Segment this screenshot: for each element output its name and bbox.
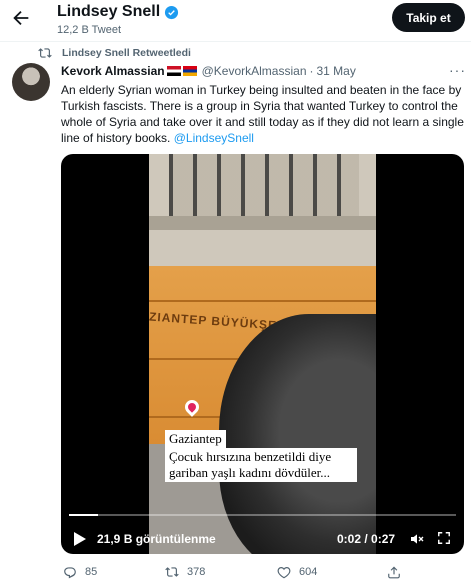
profile-name-text: Lindsey Snell [57, 3, 161, 20]
video-sill [149, 216, 376, 230]
video-player[interactable]: ZIANTEP BÜYÜKŞE Gaziantep Çocuk hırsızın… [61, 154, 464, 554]
author-handle[interactable]: @KevorkAlmassian [202, 64, 307, 78]
reply-count: 85 [85, 566, 98, 578]
share-action[interactable] [387, 565, 401, 579]
video-progress-bar[interactable] [69, 514, 456, 516]
armenia-flag-icon [182, 66, 197, 76]
video-controls: 21,9 B görüntülenme 0:02 / 0:27 [61, 522, 464, 554]
tweet-author-line: Kevork Almassian @KevorkAlmassian · 31 M… [61, 64, 356, 78]
video-progress-fill [69, 514, 98, 516]
like-action[interactable]: 604 [277, 565, 317, 579]
separator-dot: · [309, 64, 314, 78]
play-icon[interactable] [74, 532, 86, 546]
video-frame: ZIANTEP BÜYÜKŞE Gaziantep Çocuk hırsızın… [149, 154, 376, 554]
tweet-actions: 85 378 604 [61, 565, 466, 583]
retweet-count: 378 [187, 566, 206, 578]
bench-slat [149, 300, 376, 302]
caption-location: Gaziantep [165, 430, 226, 448]
video-window-bars [169, 154, 359, 216]
profile-name: Lindsey Snell [57, 3, 179, 21]
like-icon [277, 567, 291, 579]
retweet-action[interactable]: 378 [165, 565, 205, 579]
retweet-indicator: Lindsey Snell Retweetledi [38, 46, 191, 60]
profile-header: Lindsey Snell 12,2 B Tweet Takip et [0, 0, 471, 42]
tweet-date[interactable]: 31 May [317, 64, 356, 78]
retweet-icon [165, 567, 179, 577]
video-time: 0:02 / 0:27 [337, 532, 396, 546]
retweet-label[interactable]: Lindsey Snell Retweetledi [62, 47, 191, 59]
reply-icon [64, 567, 76, 579]
reply-action[interactable]: 85 [63, 565, 97, 579]
follow-button[interactable]: Takip et [392, 3, 465, 32]
tweet-count: 12,2 B Tweet [57, 24, 122, 36]
tweet-body: An elderly Syrian woman in Turkey being … [61, 83, 464, 145]
syria-flag-icon [166, 66, 181, 76]
fullscreen-icon[interactable] [437, 531, 451, 545]
back-arrow-icon[interactable] [10, 7, 32, 29]
view-count: 21,9 B görüntülenme [97, 532, 216, 546]
retweet-icon [38, 48, 52, 58]
share-icon [388, 566, 400, 579]
mention-link[interactable]: @LindseySnell [174, 131, 254, 145]
video-person [219, 314, 376, 554]
avatar[interactable] [12, 63, 50, 101]
caption-text: Çocuk hırsızına benzetildi diye gariban … [165, 448, 357, 482]
tweet-text: An elderly Syrian woman in Turkey being … [61, 82, 466, 146]
verified-badge-icon [165, 5, 179, 19]
more-options-icon[interactable]: ··· [449, 62, 466, 78]
mute-icon[interactable] [409, 531, 425, 547]
like-count: 604 [299, 566, 318, 578]
author-name[interactable]: Kevork Almassian [61, 64, 165, 78]
